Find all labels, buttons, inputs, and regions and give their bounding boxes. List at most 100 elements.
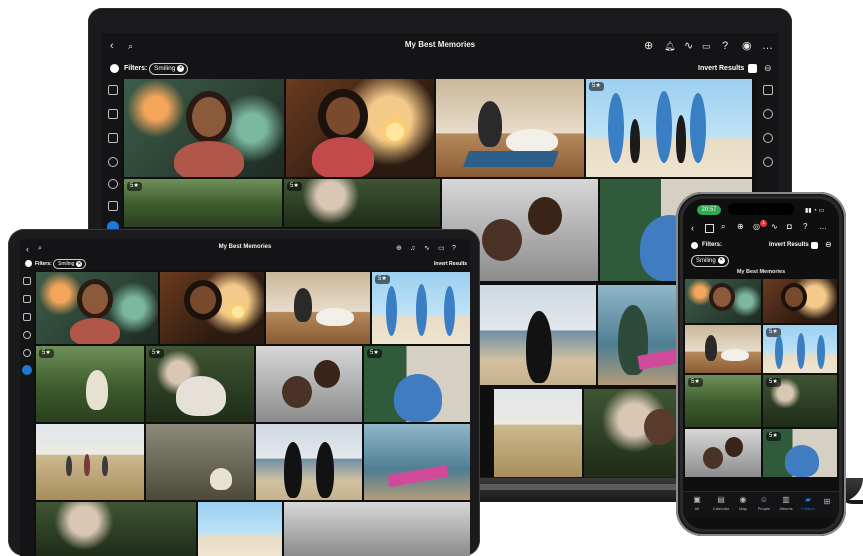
- filter-bar: Filters: Invert Results ⊖: [683, 239, 839, 253]
- photo-tile[interactable]: [36, 502, 196, 556]
- more-icon[interactable]: …: [762, 39, 773, 53]
- activity-icon[interactable]: ∿: [684, 39, 693, 53]
- page-title: My Best Memories: [218, 244, 272, 250]
- sidebar-photos-icon[interactable]: [108, 109, 118, 119]
- sidebar-folders-icon[interactable]: [22, 365, 32, 375]
- share-icon[interactable]: [763, 157, 773, 167]
- photo-tile[interactable]: 5★: [763, 429, 837, 477]
- link-icon[interactable]: ⊖: [825, 240, 832, 249]
- add-icon[interactable]: ⊕: [644, 39, 653, 53]
- sidebar-people-icon[interactable]: [108, 179, 118, 189]
- photo-tile[interactable]: [160, 272, 264, 344]
- camera-icon[interactable]: ◘: [787, 222, 792, 231]
- add-icon[interactable]: ⊕: [737, 222, 744, 231]
- sidebar-all-icon[interactable]: [108, 85, 118, 95]
- add-icon[interactable]: ⊕: [396, 242, 402, 256]
- sidebar-photos-icon[interactable]: [23, 295, 31, 303]
- invert-results-toggle[interactable]: Invert Results: [769, 242, 809, 248]
- photo-subject: [102, 456, 108, 476]
- filter-chip-smiling[interactable]: Smiling ✕: [149, 63, 189, 75]
- photo-tile[interactable]: 5★: [685, 375, 761, 427]
- photo-tile[interactable]: [266, 272, 370, 344]
- help-icon[interactable]: ?: [722, 39, 728, 53]
- photo-tile[interactable]: [198, 502, 282, 556]
- photo-tile[interactable]: [146, 424, 254, 500]
- collapse-icon[interactable]: [763, 85, 773, 95]
- help-icon[interactable]: ?: [803, 222, 807, 231]
- remove-filter-icon[interactable]: ✕: [717, 256, 725, 264]
- photo-tile[interactable]: 5★: [763, 325, 837, 373]
- photo-tile[interactable]: [480, 285, 596, 385]
- remove-filter-icon[interactable]: ✕: [76, 260, 83, 267]
- invert-results-toggle[interactable]: Invert Results: [434, 261, 467, 267]
- photo-tile[interactable]: 5★: [364, 346, 470, 422]
- sidebar-map-icon[interactable]: [108, 157, 118, 167]
- sidebar-toggle-icon[interactable]: [705, 224, 714, 233]
- bell-icon[interactable]: ♫: [410, 242, 415, 256]
- close-filters-icon[interactable]: [110, 64, 119, 73]
- more-icon[interactable]: …: [819, 222, 827, 231]
- nav-albums-icon[interactable]: ▥: [775, 495, 797, 504]
- photo-tile[interactable]: [685, 279, 761, 323]
- account-icon[interactable]: ◉: [742, 39, 752, 53]
- photo-tile[interactable]: [256, 424, 362, 500]
- yoga-mat: [387, 464, 449, 488]
- photo-tile[interactable]: [494, 389, 582, 477]
- nav-map-icon[interactable]: ◉: [733, 495, 753, 504]
- close-filters-icon[interactable]: [25, 260, 32, 267]
- info-icon[interactable]: [763, 133, 773, 143]
- photo-tile[interactable]: 5★: [372, 272, 470, 344]
- photo-tile[interactable]: [685, 429, 761, 477]
- activity-icon[interactable]: ∿: [424, 242, 430, 256]
- sidebar-people-icon[interactable]: [23, 349, 31, 357]
- nav-all-icon[interactable]: ▣: [687, 495, 707, 504]
- link-icon[interactable]: ⊖: [764, 63, 772, 74]
- photo-tile[interactable]: [256, 346, 362, 422]
- photo-tile[interactable]: [364, 424, 470, 500]
- photo-tile[interactable]: [436, 79, 584, 177]
- photo-tile[interactable]: [36, 272, 158, 344]
- nav-calendar-icon[interactable]: ▤: [709, 495, 733, 504]
- devices-icon[interactable]: ▭: [702, 39, 711, 53]
- filter-chip-smiling[interactable]: Smiling ✕: [691, 255, 729, 267]
- nav-more-icon[interactable]: ⊞: [821, 497, 833, 506]
- surfboard: [656, 91, 672, 163]
- photo-tile[interactable]: [284, 502, 470, 556]
- photo-tile[interactable]: 5★: [586, 79, 752, 177]
- sidebar-calendar-icon[interactable]: [23, 313, 31, 321]
- sidebar-all-icon[interactable]: [23, 277, 31, 285]
- photo-tile[interactable]: 5★: [146, 346, 254, 422]
- bell-icon[interactable]: 🔔︎: [664, 39, 675, 53]
- sidebar-map-icon[interactable]: [23, 331, 31, 339]
- nav-people-icon[interactable]: ☺: [753, 495, 775, 504]
- invert-checkbox-icon[interactable]: [811, 242, 818, 249]
- invert-results-toggle[interactable]: Invert Results: [698, 65, 744, 72]
- back-icon[interactable]: ‹: [691, 223, 694, 233]
- nav-folders-icon[interactable]: ▰: [797, 495, 819, 504]
- nav-calendar-label: Calendar: [712, 506, 730, 511]
- bell-icon[interactable]: ◎: [753, 222, 760, 231]
- photo-tile[interactable]: [763, 279, 837, 323]
- photo-tile[interactable]: 5★: [763, 375, 837, 427]
- page-title: My Best Memories: [736, 269, 786, 275]
- sidebar-albums-icon[interactable]: [108, 201, 118, 211]
- photo-tile[interactable]: [685, 325, 761, 373]
- photo-tile[interactable]: [36, 424, 144, 500]
- help-icon[interactable]: ?: [452, 242, 456, 256]
- activity-icon[interactable]: ∿: [771, 222, 778, 231]
- filter-chip-smiling[interactable]: Smiling ✕: [53, 259, 87, 269]
- photo-tile[interactable]: [124, 79, 284, 177]
- devices-icon[interactable]: ▭: [438, 242, 445, 256]
- photo-tile[interactable]: 5★: [124, 179, 282, 227]
- sidebar-calendar-icon[interactable]: [108, 133, 118, 143]
- photo-subject: [528, 197, 562, 235]
- tag-icon[interactable]: [763, 109, 773, 119]
- photo-tile[interactable]: 5★: [284, 179, 440, 227]
- search-icon[interactable]: ⌕: [721, 222, 725, 232]
- invert-checkbox-icon[interactable]: [748, 64, 757, 73]
- photo-tile[interactable]: 5★: [36, 346, 144, 422]
- filter-chip-label: Smiling: [58, 261, 75, 267]
- photo-tile[interactable]: [286, 79, 434, 177]
- close-filters-icon[interactable]: [691, 242, 698, 249]
- remove-filter-icon[interactable]: ✕: [177, 64, 185, 72]
